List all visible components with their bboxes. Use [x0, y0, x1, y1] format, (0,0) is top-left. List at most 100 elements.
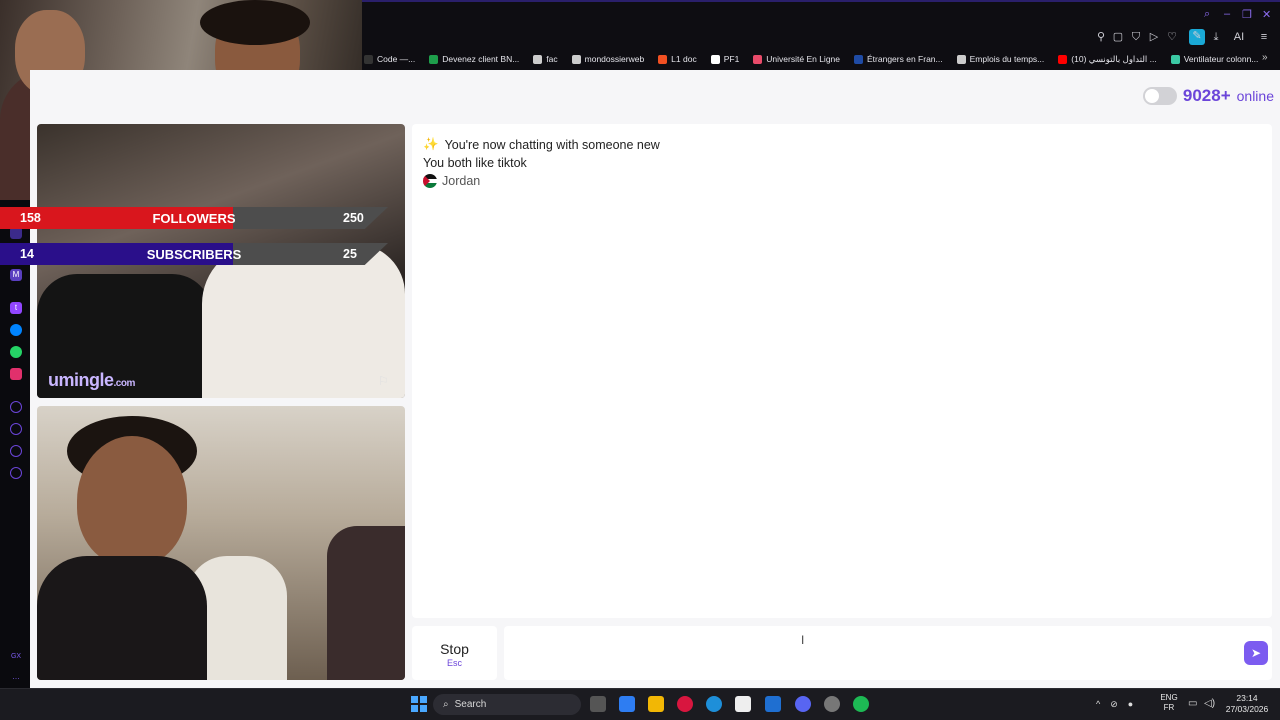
search-icon: ⌕ [443, 699, 449, 710]
bookmark-item[interactable]: Devenez client BN... [429, 54, 519, 64]
lang-secondary: FR [1163, 703, 1175, 712]
followers-goal-bar: 158 FOLLOWERS 250 [0, 207, 388, 229]
bookmark-item[interactable]: PF1 [710, 54, 739, 64]
followers-goal: 250 [343, 211, 364, 225]
sidebar-mail-icon[interactable]: M [10, 269, 22, 281]
discord-icon[interactable] [795, 696, 811, 712]
shared-interest-text: You both like tiktok [423, 156, 527, 170]
ai-icon[interactable]: AI [1229, 30, 1249, 44]
instagram-icon[interactable] [10, 368, 22, 380]
history-icon[interactable] [10, 423, 22, 435]
player-icon[interactable] [10, 401, 22, 413]
bookmark-item[interactable]: Université En Ligne [753, 54, 840, 64]
spotify-icon[interactable] [853, 696, 869, 712]
file-explorer-icon[interactable] [648, 696, 664, 712]
menu-icon[interactable]: ≡ [1257, 30, 1271, 44]
text-cursor-icon: I [801, 633, 805, 647]
bookmarks-overflow-icon[interactable]: » [1262, 52, 1268, 63]
bookmark-item[interactable]: Étrangers en Fran... [854, 54, 943, 64]
microphone-icon[interactable]: ● [1128, 699, 1133, 709]
stop-button[interactable]: Stop Esc [412, 626, 497, 680]
bookmark-favicon-icon [1058, 54, 1068, 64]
bookmark-label: L1 doc [671, 54, 697, 64]
bookmark-item[interactable]: fac [533, 54, 558, 64]
screenshot-icon[interactable]: ▢ [1111, 30, 1125, 44]
volume-icon[interactable]: ◁) [1204, 698, 1215, 709]
bookmark-label: Ventilateur colonn... [1183, 54, 1259, 64]
search-icon[interactable]: ⌕ [1204, 8, 1210, 21]
clock-time: 23:14 [1236, 693, 1258, 703]
online-count: 9028+ [1182, 86, 1231, 105]
outlook-icon[interactable] [765, 696, 781, 712]
bookmark-favicon-icon [533, 54, 543, 64]
taskbar-search[interactable]: ⌕ Search [433, 694, 581, 715]
chat-message-input[interactable] [504, 626, 1272, 680]
close-icon[interactable]: ✕ [1262, 8, 1271, 21]
bookmark-favicon-icon [429, 54, 439, 64]
chat-log [412, 124, 1272, 618]
bookmarks-bar: Code —... Devenez client BN... fac mondossi… [362, 48, 1280, 70]
self-video [37, 406, 405, 680]
report-flag-icon[interactable]: ⚐ [378, 374, 394, 388]
taskbar-clock[interactable]: 23:14 27/03/2026 [1222, 693, 1272, 715]
bookmark-label: Étrangers en Fran... [867, 54, 943, 64]
gx-icon[interactable]: GX [10, 651, 22, 663]
titlebar-accent-line [362, 0, 1280, 2]
bookmark-favicon-icon [956, 54, 966, 64]
store-icon[interactable] [735, 696, 751, 712]
bookmark-item[interactable]: mondossierweb [571, 54, 645, 64]
heart-icon[interactable]: ♡ [1165, 30, 1179, 44]
stranger-country: Jordan [423, 174, 480, 188]
edge-icon[interactable] [706, 696, 722, 712]
mode-toggle[interactable] [1142, 87, 1177, 105]
bookmark-label: Université En Ligne [766, 54, 841, 64]
online-label: online [1236, 88, 1274, 104]
restore-icon[interactable]: ❐ [1242, 8, 1252, 21]
stop-label: Stop [440, 641, 469, 657]
bookmark-item[interactable]: Emplois du temps... [956, 54, 1044, 64]
input-language[interactable]: ENG FR [1159, 693, 1179, 713]
country-name: Jordan [442, 174, 481, 188]
taskbar-search-label: Search [454, 699, 487, 710]
task-view-icon[interactable] [590, 696, 606, 712]
bookmark-favicon-icon [1170, 54, 1180, 64]
whatsapp-icon[interactable] [10, 346, 22, 358]
stop-shortcut: Esc [446, 658, 462, 668]
pin-icon[interactable]: ⚲ [1094, 30, 1108, 44]
settings-icon[interactable] [10, 467, 22, 479]
windows-taskbar [0, 688, 1280, 720]
send-button[interactable]: ➤ [1244, 641, 1268, 665]
settings-app-icon[interactable] [824, 696, 840, 712]
jordan-flag-icon [423, 174, 437, 188]
more-icon[interactable]: … [10, 671, 22, 683]
network-icon[interactable]: ▭ [1188, 698, 1197, 709]
windows-start-icon[interactable] [411, 696, 427, 712]
online-indicator: 9028+ online [1142, 86, 1274, 106]
bookmark-item[interactable]: التداول بالتونسي (10) ... [1058, 53, 1157, 65]
extension-icon[interactable]: ✎ [1189, 29, 1205, 45]
opera-gx-icon[interactable] [677, 696, 693, 712]
bookmark-label: mondossierweb [584, 54, 645, 64]
bookmark-item[interactable]: Code —... [364, 54, 415, 64]
bookmark-item[interactable]: Ventilateur colonn... [1170, 54, 1259, 64]
minimize-icon[interactable]: – [1224, 8, 1230, 20]
tray-chevron-icon[interactable]: ^ [1096, 699, 1100, 709]
clock-date: 27/03/2026 [1225, 704, 1269, 714]
bookmark-label: fac [546, 54, 558, 64]
bookmark-favicon-icon [753, 54, 763, 64]
download-icon[interactable]: ⤓ [1209, 30, 1223, 44]
messenger-icon[interactable] [10, 324, 22, 336]
camera-off-icon[interactable]: ⊘ [1110, 699, 1118, 710]
play-icon[interactable]: ▷ [1147, 30, 1161, 44]
bookmark-label: التداول بالتونسي (10) ... [1071, 53, 1157, 64]
twitch-icon[interactable]: t [10, 302, 22, 314]
bookmark-favicon-icon [658, 54, 668, 64]
system-tray: ^ ⊘ ● [1096, 693, 1133, 715]
bookmark-favicon-icon [854, 54, 864, 64]
bookmark-favicon-icon [571, 54, 581, 64]
extensions-icon[interactable] [10, 445, 22, 457]
bookmark-label: Code —... [377, 54, 416, 64]
copilot-icon[interactable] [619, 696, 635, 712]
bookmark-item[interactable]: L1 doc [658, 54, 697, 64]
shield-icon[interactable]: ⛉ [1129, 30, 1143, 44]
